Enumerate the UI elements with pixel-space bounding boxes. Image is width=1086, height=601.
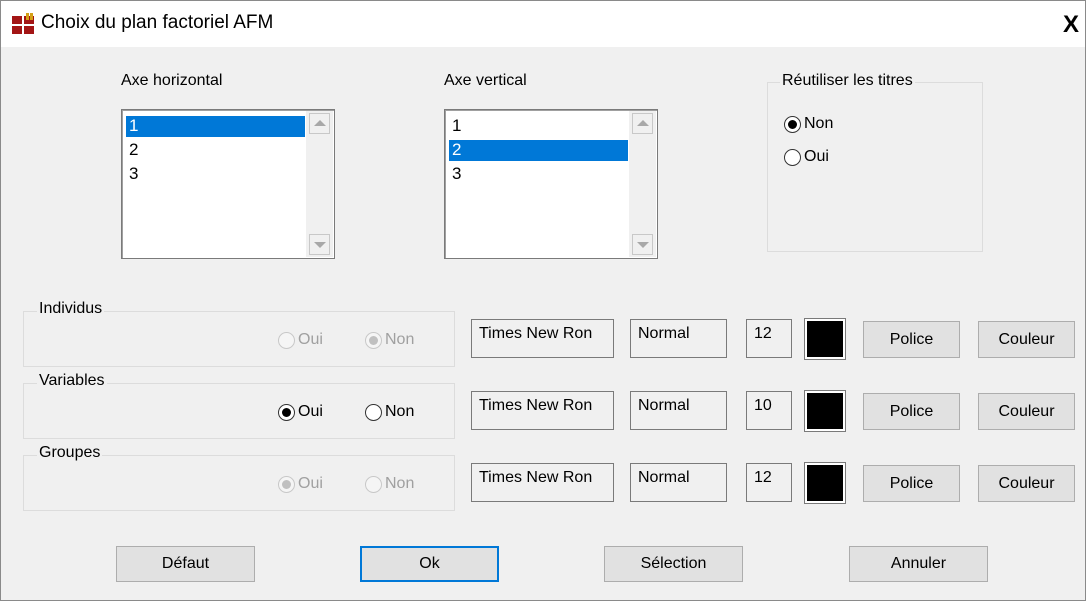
radio-circle-icon [278, 403, 295, 421]
groupes-color-swatch [804, 462, 846, 504]
radio-label: Oui [298, 403, 323, 420]
dialog-window: Choix du plan factoriel AFM X Axe horizo… [0, 0, 1086, 601]
radio-label: Oui [804, 148, 829, 165]
radio-circle-icon [365, 475, 382, 493]
variables-non-radio[interactable]: Non [365, 403, 414, 421]
default-button[interactable]: Défaut [116, 546, 255, 582]
individus-group-label: Individus [37, 300, 105, 318]
groupes-couleur-button[interactable]: Couleur [978, 465, 1075, 502]
variables-font-name-field: Times New Ron [471, 391, 614, 430]
horizontal-item[interactable]: 2 [126, 140, 305, 161]
radio-circle-icon [365, 403, 382, 421]
axe-horizontal-label: Axe horizontal [121, 72, 223, 89]
radio-label: Non [804, 115, 834, 132]
radio-circle-icon [784, 115, 801, 133]
vertical-item[interactable]: 3 [449, 164, 628, 185]
color-fill [807, 393, 843, 429]
individus-police-button[interactable]: Police [863, 321, 960, 358]
individus-couleur-button[interactable]: Couleur [978, 321, 1075, 358]
radio-circle-icon [365, 331, 382, 349]
radio-label: Oui [298, 475, 323, 492]
axe-vertical-label: Axe vertical [444, 72, 527, 89]
color-fill [807, 321, 843, 357]
vertical-item[interactable]: 1 [449, 116, 628, 137]
groupes-group-label: Groupes [37, 444, 103, 462]
variables-couleur-button[interactable]: Couleur [978, 393, 1075, 430]
horizontal-item[interactable]: 1 [126, 116, 305, 137]
axe-vertical-scrollbar[interactable] [629, 111, 656, 257]
color-fill [807, 465, 843, 501]
horizontal-item[interactable]: 3 [126, 164, 305, 185]
radio-label: Oui [298, 331, 323, 348]
vertical-item[interactable]: 2 [449, 140, 628, 161]
ok-button[interactable]: Ok [360, 546, 499, 582]
variables-font-size-field: 10 [746, 391, 792, 430]
individus-non-radio: Non [365, 331, 414, 349]
reuse-titles-label: Réutiliser les titres [780, 72, 915, 90]
individus-font-size-field: 12 [746, 319, 792, 358]
cancel-button[interactable]: Annuler [849, 546, 988, 582]
close-button[interactable]: X [1057, 12, 1085, 40]
reuse-titles-group [767, 82, 983, 252]
variables-police-button[interactable]: Police [863, 393, 960, 430]
variables-color-swatch [804, 390, 846, 432]
radio-circle-icon [278, 331, 295, 349]
variables-oui-radio[interactable]: Oui [278, 403, 323, 421]
groupes-police-button[interactable]: Police [863, 465, 960, 502]
individus-font-name-field: Times New Ron [471, 319, 614, 358]
scroll-up-icon[interactable] [632, 113, 653, 134]
individus-oui-radio: Oui [278, 331, 323, 349]
scroll-down-icon[interactable] [309, 234, 330, 255]
selection-button[interactable]: Sélection [604, 546, 743, 582]
radio-label: Non [385, 403, 415, 420]
title-bar: Choix du plan factoriel AFM X [1, 1, 1085, 47]
groupes-font-name-field: Times New Ron [471, 463, 614, 502]
variables-group-label: Variables [37, 372, 107, 390]
individus-color-swatch [804, 318, 846, 360]
radio-circle-icon [278, 475, 295, 493]
app-icon [12, 13, 34, 34]
scroll-down-icon[interactable] [632, 234, 653, 255]
groupes-font-style-field: Normal [630, 463, 727, 502]
axe-vertical-listbox[interactable]: 1 2 3 [444, 109, 658, 259]
radio-label: Non [385, 475, 415, 492]
individus-font-style-field: Normal [630, 319, 727, 358]
axe-horizontal-scrollbar[interactable] [306, 111, 333, 257]
groupes-oui-radio: Oui [278, 475, 323, 493]
radio-circle-icon [784, 148, 801, 166]
groupes-non-radio: Non [365, 475, 414, 493]
axe-horizontal-listbox[interactable]: 1 2 3 [121, 109, 335, 259]
scroll-up-icon[interactable] [309, 113, 330, 134]
radio-label: Non [385, 331, 415, 348]
window-title: Choix du plan factoriel AFM [41, 12, 274, 33]
variables-font-style-field: Normal [630, 391, 727, 430]
reuse-titles-oui-radio[interactable]: Oui [784, 148, 829, 166]
reuse-titles-non-radio[interactable]: Non [784, 115, 833, 133]
groupes-font-size-field: 12 [746, 463, 792, 502]
